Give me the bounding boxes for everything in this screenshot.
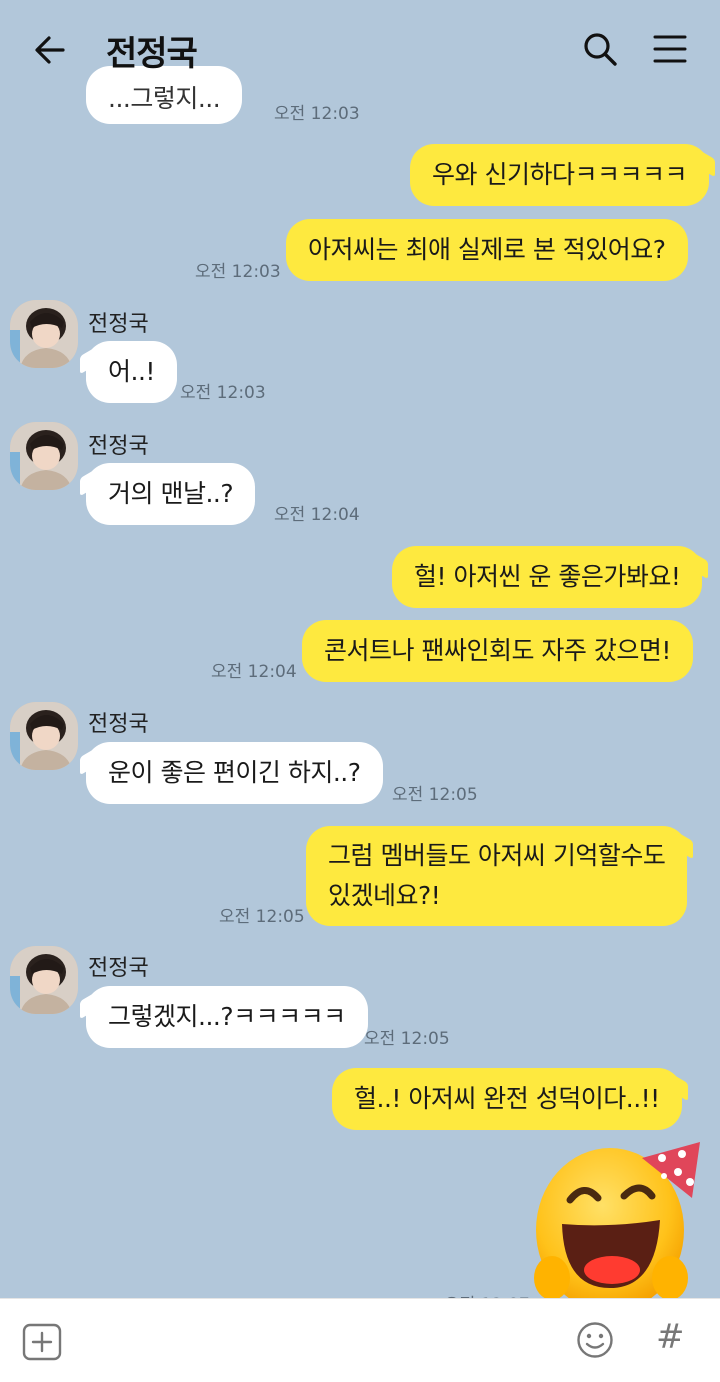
search-icon: [584, 33, 617, 66]
chat-title: 전정국: [106, 34, 198, 74]
message-time: 오전 12:04: [274, 505, 360, 525]
message-bubble-theirs[interactable]: 어..!: [86, 341, 177, 403]
profile-photo-icon: [10, 422, 78, 490]
chat-header: 전정국: [0, 0, 720, 100]
party-emoji-sticker[interactable]: [532, 1138, 712, 1298]
message-time: 오전 12:03: [180, 383, 266, 403]
message-text: 우와 신기하다ㅋㅋㅋㅋㅋ: [432, 160, 687, 189]
message-text: 헐..! 아저씨 완전 성덕이다..!!: [354, 1084, 660, 1113]
message-text: 아저씨는 최애 실제로 본 적있어요?: [308, 235, 666, 264]
message-text: 헐! 아저씬 운 좋은가봐요!: [414, 562, 681, 591]
attach-button[interactable]: [22, 1323, 62, 1361]
message-time: 오전 12:05: [364, 1029, 450, 1049]
message-bubble-mine[interactable]: 헐..! 아저씨 완전 성덕이다..!!: [332, 1068, 682, 1130]
message-text: 운이 좋은 편이긴 하지..?: [108, 758, 361, 787]
profile-photo-icon: [10, 946, 78, 1014]
message-text: 콘서트나 팬싸인회도 자주 갔으면!: [324, 636, 671, 665]
message-time: 오전 12:05: [392, 785, 478, 805]
message-bubble-theirs[interactable]: 운이 좋은 편이긴 하지..?: [86, 742, 383, 804]
sender-name: 전정국: [88, 712, 149, 737]
avatar[interactable]: [10, 702, 78, 770]
back-arrow-icon: [35, 36, 65, 64]
message-time: 오전 12:03: [195, 262, 281, 282]
hash-search-button[interactable]: #: [656, 1317, 685, 1357]
message-time: 오전 12:04: [211, 662, 297, 682]
message-text-line-2: 있겠네요?!: [328, 881, 441, 910]
message-text: 거의 맨날..?: [108, 479, 234, 508]
input-bar: #: [0, 1298, 720, 1382]
message-text: 어..!: [108, 357, 155, 386]
message-time: 오전 12:03: [274, 104, 360, 124]
sender-name: 전정국: [88, 312, 149, 337]
smiley-icon: [577, 1322, 613, 1358]
message-bubble-theirs[interactable]: 그렇겠지...?ㅋㅋㅋㅋㅋ: [86, 986, 368, 1048]
message-bubble-mine[interactable]: 헐! 아저씬 운 좋은가봐요!: [392, 546, 703, 608]
avatar[interactable]: [10, 422, 78, 490]
message-bubble-mine[interactable]: 그럼 멤버들도 아저씨 기억할수도 있겠네요?!: [306, 826, 688, 926]
message-bubble-mine[interactable]: 아저씨는 최애 실제로 본 적있어요?: [286, 219, 688, 281]
avatar[interactable]: [10, 300, 78, 368]
search-button[interactable]: [580, 28, 620, 70]
plus-icon: [22, 1323, 62, 1361]
message-bubble-mine[interactable]: 우와 신기하다ㅋㅋㅋㅋㅋ: [410, 144, 709, 206]
message-text-line-1: 그럼 멤버들도 아저씨 기억할수도: [328, 841, 666, 870]
message-time: 오전 12:07: [444, 1290, 530, 1298]
back-button[interactable]: [30, 30, 70, 70]
sender-name: 전정국: [88, 434, 149, 459]
message-bubble-mine[interactable]: 콘서트나 팬싸인회도 자주 갔으면!: [302, 620, 693, 682]
message-text: 그렇겠지...?ㅋㅋㅋㅋㅋ: [108, 1002, 346, 1031]
message-time: 오전 12:05: [219, 907, 305, 927]
profile-photo-icon: [10, 702, 78, 770]
chat-area[interactable]: ...그렇지... 오전 12:03 우와 신기하다ㅋㅋㅋㅋㅋ 아저씨는 최애 …: [0, 0, 720, 1298]
sender-name: 전정국: [88, 956, 149, 981]
hamburger-menu-icon: [653, 35, 687, 63]
message-bubble-theirs[interactable]: 거의 맨날..?: [86, 463, 256, 525]
avatar[interactable]: [10, 946, 78, 1014]
profile-photo-icon: [10, 300, 78, 368]
party-face-icon: [534, 1142, 700, 1298]
menu-button[interactable]: [650, 28, 690, 70]
emoticon-button[interactable]: [576, 1321, 614, 1359]
